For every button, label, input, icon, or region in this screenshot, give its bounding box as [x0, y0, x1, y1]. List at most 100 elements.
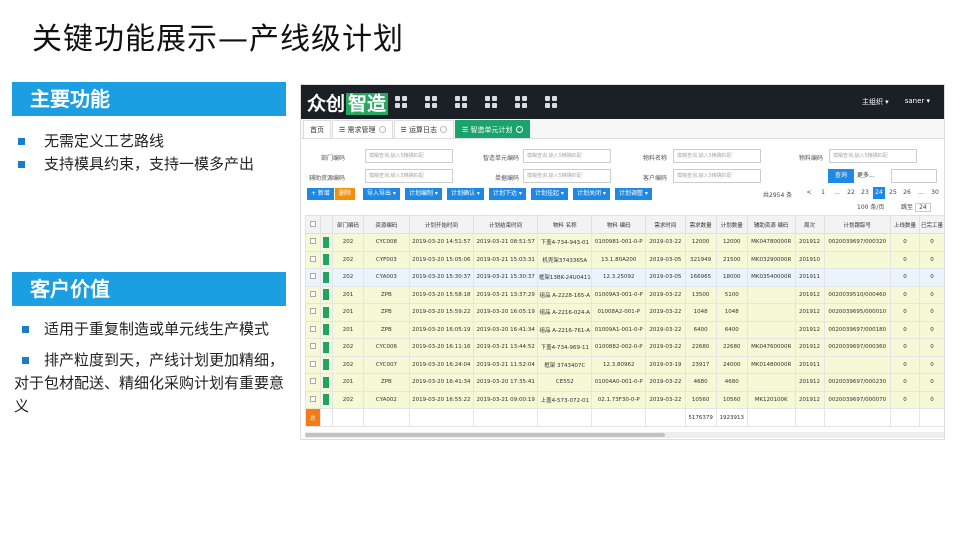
table-row[interactable]: 202 CYC007 2019-03-20 16:24:04 2019-03-21 1…: [305, 355, 944, 374]
row-checkbox[interactable]: [305, 250, 321, 269]
filter-label: 物料编码: [798, 155, 823, 162]
filter-input[interactable]: 模糊查询,输入5精确匹配: [365, 169, 453, 183]
page-size-select[interactable]: 100 条/页: [857, 202, 884, 211]
filter-input[interactable]: 模糊查询,输入5精确匹配: [673, 169, 761, 183]
filter-input[interactable]: 模糊查询,输入5精确匹配: [523, 169, 611, 183]
table-row[interactable]: 202 CYC006 2019-03-20 16:11:16 2019-03-21 1…: [305, 338, 944, 357]
query-button[interactable]: 查询: [828, 169, 854, 183]
tab-home[interactable]: 首页: [303, 120, 331, 138]
table-row[interactable]: 202 CYC008 2019-03-20 14:51:57 2019-03-21 0…: [305, 233, 944, 252]
module-grid-icon[interactable]: [454, 95, 468, 109]
page-link[interactable]: 23: [859, 187, 871, 199]
column-header[interactable]: 计划结束时间: [473, 215, 539, 234]
module-grid-icon[interactable]: [514, 95, 528, 109]
table-row[interactable]: 202 CYA002 2019-03-20 16:55:22 2019-03-21 0…: [305, 390, 944, 409]
filter-input[interactable]: 模糊查询,输入5精确匹配: [673, 149, 761, 163]
row-checkbox[interactable]: [305, 338, 321, 357]
close-icon[interactable]: [440, 126, 448, 133]
tab-demand[interactable]: ☰ 需求管理: [332, 120, 393, 138]
bullet-square-icon: [18, 161, 25, 168]
feature-item: 无需定义工艺路线: [14, 130, 284, 153]
page-current[interactable]: 24: [873, 187, 885, 199]
close-icon[interactable]: [515, 126, 523, 133]
column-header[interactable]: 需求数量: [684, 215, 717, 234]
column-header[interactable]: 资源编码: [363, 215, 410, 234]
values-list: 适用于重复制造或单元线生产模式 排产粒度到天，产线计划更加精细，对于包材配送、精…: [14, 318, 284, 418]
table-header: 部门编码 资源编码 计划开始时间 计划结束时间 物料 名称 物料 编码 需求时间…: [305, 215, 944, 234]
module-grid-icon[interactable]: [544, 95, 558, 109]
row-checkbox[interactable]: [305, 390, 321, 409]
table-row[interactable]: 201 ZPB 2019-03-20 16:05:19 2019-03-20 16:4…: [305, 320, 944, 339]
page-link[interactable]: 25: [887, 187, 899, 199]
bullet-square-icon: [22, 326, 29, 333]
page-ellipsis: ...: [918, 189, 924, 196]
filter-input[interactable]: 模糊查询,输入5精确匹配: [523, 149, 611, 163]
column-header[interactable]: 周次: [794, 215, 825, 234]
page-jump-input[interactable]: 24: [914, 203, 931, 212]
page-link[interactable]: 22: [845, 187, 857, 199]
table-row[interactable]: 201 ZPB 2019-03-20 15:59:22 2019-03-20 16:0…: [305, 303, 944, 322]
import-export-button[interactable]: 导入导出 ▾: [363, 188, 400, 200]
table-row[interactable]: 202 CYA003 2019-03-20 15:30:37 2019-03-21 1…: [305, 268, 944, 287]
row-checkbox[interactable]: [305, 320, 321, 339]
module-grid-icon[interactable]: [394, 95, 408, 109]
row-checkbox[interactable]: [305, 268, 321, 287]
plan-adjust-button[interactable]: 计划调整 ▾: [615, 188, 652, 200]
page-link[interactable]: 26: [901, 187, 913, 199]
status-indicator: [319, 285, 333, 304]
plan-hold-button[interactable]: 计划挂起 ▾: [531, 188, 568, 200]
column-header[interactable]: 部门编码: [331, 215, 365, 234]
app-logo: 众创 智造: [307, 92, 389, 115]
column-header[interactable]: 需求时间: [645, 215, 686, 234]
select-all-checkbox[interactable]: [305, 215, 321, 234]
plan-confirm-button[interactable]: 计划确认 ▾: [447, 188, 484, 200]
row-checkbox[interactable]: [305, 373, 321, 392]
tab-unit-plan[interactable]: ☰ 智造单元计划: [455, 120, 530, 138]
column-header[interactable]: 计划跟踪号: [823, 215, 891, 234]
close-icon[interactable]: [378, 126, 386, 133]
delete-button[interactable]: 删除: [335, 188, 356, 200]
row-checkbox[interactable]: [305, 355, 321, 374]
features-list: 无需定义工艺路线 支持模具约束，支持一模多产出: [14, 130, 284, 176]
table-row[interactable]: 202 CYF003 2019-03-20 15:05:06 2019-03-21 1…: [305, 250, 944, 269]
more-filters-link[interactable]: 更多...: [857, 170, 875, 179]
record-total: 共2954 条: [763, 192, 793, 199]
column-header[interactable]: 辅助资源 编码: [746, 215, 796, 234]
page-link[interactable]: 30: [929, 187, 941, 199]
plan-edit-button[interactable]: 计划编制 ▾: [405, 188, 442, 200]
status-indicator: [319, 320, 333, 339]
column-header[interactable]: 计划数量: [715, 215, 748, 234]
slide-title: 关键功能展示—产线级计划: [32, 22, 404, 57]
module-grid-icon[interactable]: [424, 95, 438, 109]
value-item: 排产粒度到天，产线计划更加精细，对于包材配送、精细化采购计划有重要意义: [14, 351, 285, 415]
page-next[interactable]: >: [943, 187, 944, 199]
table-row[interactable]: 201 ZPB 2019-03-20 16:41:34 2019-03-20 17:3…: [305, 373, 944, 392]
scrollbar-thumb[interactable]: [305, 433, 665, 437]
column-header[interactable]: 物料 编码: [591, 215, 647, 234]
plan-release-button[interactable]: 计划下达 ▾: [489, 188, 526, 200]
tab-log[interactable]: ☰ 运算日志: [393, 120, 455, 138]
column-header[interactable]: 已完工量: [918, 215, 944, 234]
page-prev[interactable]: <: [803, 187, 815, 199]
row-checkbox[interactable]: [305, 233, 321, 252]
status-indicator: [319, 268, 333, 287]
page-link[interactable]: 1: [817, 187, 829, 199]
column-header[interactable]: 计划开始时间: [408, 215, 475, 234]
filter-input[interactable]: 模糊查询,输入5精确匹配: [365, 149, 453, 163]
org-menu[interactable]: 主组织 ▾: [862, 97, 889, 107]
table-row[interactable]: 201 ZPB 2019-03-20 15:58:18 2019-03-21 13:3…: [305, 285, 944, 304]
row-checkbox[interactable]: [305, 285, 321, 304]
features-header: 主要功能: [12, 82, 286, 116]
plan-close-button[interactable]: 计划关闭 ▾: [573, 188, 610, 200]
filter-input[interactable]: 模糊查询,输入5精确匹配: [829, 149, 917, 163]
column-header[interactable]: 上线数量: [889, 215, 920, 234]
module-grid-icon[interactable]: [484, 95, 498, 109]
plan-table: 部门编码 资源编码 计划开始时间 计划结束时间 物料 名称 物料 编码 需求时间…: [305, 215, 944, 427]
more-select[interactable]: [891, 169, 937, 183]
column-header[interactable]: 物料 名称: [537, 215, 593, 234]
totals-row: 总 5176379 1923913: [305, 408, 944, 427]
row-checkbox[interactable]: [305, 303, 321, 322]
app-screenshot: 众创 智造 主组织 ▾ saner ▾ 首页 ☰ 需求管理 ☰ 运算日志 ☰ 智造…: [300, 84, 945, 440]
user-menu[interactable]: saner ▾: [905, 97, 930, 107]
add-button[interactable]: + 新增: [307, 188, 334, 200]
